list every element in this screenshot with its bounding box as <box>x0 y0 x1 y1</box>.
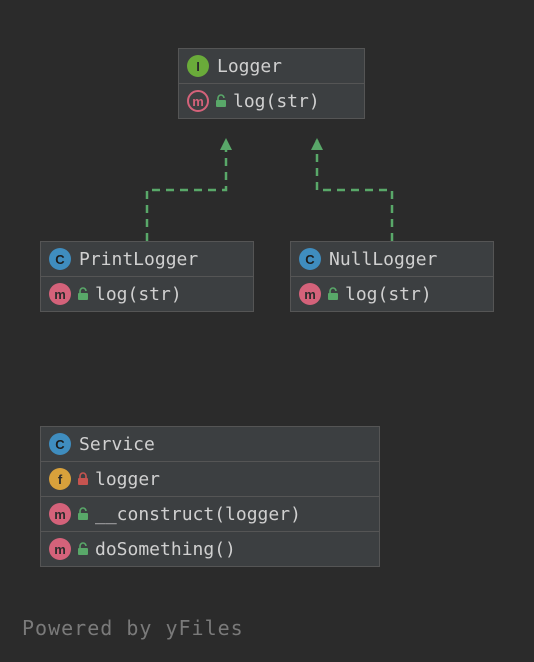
class-header: I Logger <box>179 49 364 84</box>
member-label: log(str) <box>233 91 320 112</box>
public-icon <box>77 287 89 301</box>
method-icon: m <box>299 283 321 305</box>
class-nulllogger[interactable]: C NullLogger m log(str) <box>290 241 494 312</box>
class-name: NullLogger <box>329 249 437 270</box>
class-service[interactable]: C Service f logger m __construct(logger)… <box>40 426 380 567</box>
member-row: m __construct(logger) <box>41 497 379 532</box>
member-label: __construct(logger) <box>95 504 301 525</box>
member-row: m log(str) <box>41 277 253 311</box>
member-label: log(str) <box>345 284 432 305</box>
edge-printlogger-to-logger <box>147 138 226 241</box>
member-label: log(str) <box>95 284 182 305</box>
public-icon <box>215 94 227 108</box>
class-header: C PrintLogger <box>41 242 253 277</box>
method-icon: m <box>187 90 209 112</box>
method-icon: m <box>49 283 71 305</box>
class-header: C Service <box>41 427 379 462</box>
class-header: C NullLogger <box>291 242 493 277</box>
class-printlogger[interactable]: C PrintLogger m log(str) <box>40 241 254 312</box>
member-row: m log(str) <box>291 277 493 311</box>
class-icon: C <box>49 433 71 455</box>
class-name: PrintLogger <box>79 249 198 270</box>
interface-icon: I <box>187 55 209 77</box>
method-icon: m <box>49 503 71 525</box>
watermark: Powered by yFiles <box>22 616 244 640</box>
member-label: logger <box>95 469 160 490</box>
member-row: f logger <box>41 462 379 497</box>
edge-nulllogger-to-logger <box>317 138 392 241</box>
private-icon <box>77 472 89 486</box>
member-label: doSomething() <box>95 539 236 560</box>
public-icon <box>327 287 339 301</box>
class-icon: C <box>49 248 71 270</box>
method-icon: m <box>49 538 71 560</box>
field-icon: f <box>49 468 71 490</box>
class-name: Service <box>79 434 155 455</box>
class-icon: C <box>299 248 321 270</box>
class-logger[interactable]: I Logger m log(str) <box>178 48 365 119</box>
public-icon <box>77 507 89 521</box>
member-row: m log(str) <box>179 84 364 118</box>
class-name: Logger <box>217 56 282 77</box>
member-row: m doSomething() <box>41 532 379 566</box>
public-icon <box>77 542 89 556</box>
